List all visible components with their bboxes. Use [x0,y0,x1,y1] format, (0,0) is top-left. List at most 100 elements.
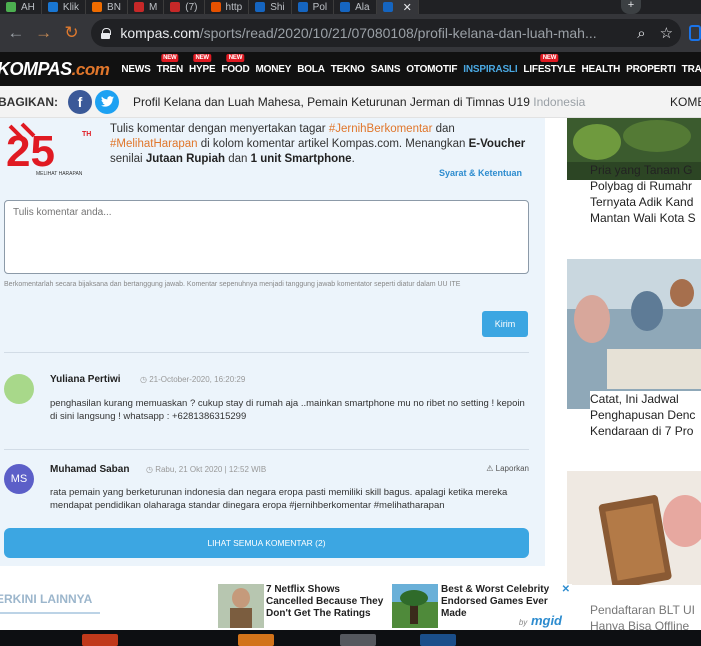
share-label: BAGIKAN: [0,94,58,109]
svg-text:25: 25 [6,127,55,176]
star-icon[interactable]: ☆ [660,24,673,42]
nav-item-properti[interactable]: PROPERTI [626,64,676,75]
comments-link[interactable]: KOME [670,95,701,109]
nav-item-label: BOLA [297,63,325,75]
new-badge: NEW [540,53,559,62]
article-title[interactable]: Pria yang Tanam G Polybag di Rumahr Tern… [590,162,701,226]
browser-tab[interactable]: (7) [164,0,205,14]
nav-item-lifestyle[interactable]: LIFESTYLE NEW [523,53,576,75]
article-thumbnail[interactable] [567,259,701,409]
ad-thumbnail[interactable] [392,584,438,628]
avatar[interactable]: MS [4,464,34,494]
nav-item-hype[interactable]: HYPE NEW [188,53,216,75]
tab-favicon-icon [297,2,308,12]
new-badge: NEW [226,53,245,62]
nav-item-label: PROPERTI [626,63,676,75]
nav-item-label: HYPE [188,63,216,75]
forward-icon[interactable]: → [32,21,56,45]
facebook-icon[interactable]: f [68,89,92,114]
view-all-comments-button[interactable]: LIHAT SEMUA KOMENTAR (2) [4,528,529,558]
mgid-logo[interactable]: by mgid [519,613,562,628]
twitter-icon[interactable] [95,89,119,114]
nav-item-health[interactable]: HEALTH [582,64,621,75]
nav-item-label: LIFESTYLE [523,63,576,75]
comment-item: MS Muhamad Saban ◷ Rabu, 21 Okt 2020 | 1… [4,464,529,514]
nav-item-sains[interactable]: SAINS [371,64,401,75]
nav-item-inspirasli[interactable]: INSPIRASLI [463,64,517,75]
article-title[interactable]: Pendaftaran BLT UI Hanya Bisa Offline [590,602,701,630]
browser-tab[interactable]: AH [0,0,42,14]
search-icon[interactable]: ⌕ [637,25,645,42]
ad-thumbnail[interactable] [218,584,264,628]
nav-item-label: MONEY [255,63,292,75]
taskbar-app-icon[interactable] [420,634,456,646]
comment-author[interactable]: Muhamad Saban [50,464,129,475]
comment-item: Yuliana Pertiwi ◷ 21-October-2020, 16:20… [4,374,529,438]
tab-favicon-icon [255,2,266,12]
browser-tab[interactable]: Ala [334,0,377,14]
url-text: kompas.com/sports/read/2020/10/21/070801… [120,25,597,41]
tab-label: Klik [62,1,80,13]
tab-label: M [148,1,158,13]
new-badge: NEW [161,53,179,62]
nav-item-travel[interactable]: TRAVEL [682,64,701,75]
browser-tab[interactable]: Shi [249,0,292,14]
terms-link[interactable]: Syarat & Ketentuan [439,168,522,178]
close-icon[interactable]: ✕ [562,584,570,595]
taskbar-app-icon[interactable] [82,634,118,646]
nav-item-otomotif[interactable]: OTOMOTIF [406,64,457,75]
nav-item-food[interactable]: FOOD NEW [221,53,250,75]
svg-text:MELIHAT HARAPAN: MELIHAT HARAPAN [36,171,83,177]
ad-widget: 7 Netflix Shows Cancelled Because They D… [216,584,572,630]
browser-tab[interactable]: Klik [42,0,87,14]
nav-item-bola[interactable]: BOLA [297,64,325,75]
promo-text: Tulis komentar dengan menyertakan tagar … [110,123,526,165]
avatar[interactable] [4,374,34,404]
tab-label: (7) [185,1,198,13]
share-bar: BAGIKAN: f Profil Kelana dan Luah Mahesa… [0,86,701,118]
reload-icon[interactable]: ↻ [60,21,84,45]
browser-tab[interactable]: M [128,0,165,14]
report-button[interactable]: ⚠ Laporkan [486,464,529,473]
address-bar[interactable]: kompas.com/sports/read/2020/10/21/070801… [91,19,682,47]
extension-icon[interactable] [689,25,701,41]
tab-favicon-icon [210,2,221,12]
terkini-section: ERKINI LAINNYA [0,584,210,628]
divider [0,612,100,614]
site-nav: KOMPAS.com NEWS TREN NEW HYPE NEW FOOD NEW MONE… [0,52,701,86]
comment-panel: 25 TH MELIHAT HARAPAN Tulis komentar den… [0,118,545,566]
comment-input[interactable] [4,200,529,274]
browser-tab[interactable]: http [205,0,250,14]
article-title[interactable]: Catat, Ini Jadwal Penghapusan Denc Kenda… [590,391,701,439]
browser-tab-strip: AH Klik BN M (7) http Shi Pol Ala ✕ + [0,0,701,14]
nav-item-tren[interactable]: TREN NEW [157,53,183,75]
back-icon[interactable]: ← [4,21,28,45]
anniversary-badge: 25 TH MELIHAT HARAPAN [4,120,104,182]
nav-item-label: TEKNO [330,63,365,75]
taskbar-app-icon[interactable] [340,634,376,646]
svg-text:TH: TH [82,131,91,138]
new-tab-icon[interactable]: + [621,0,641,14]
browser-tab[interactable]: ✕ [376,0,419,14]
article-thumbnail[interactable] [567,471,701,589]
browser-tab[interactable]: BN [86,0,128,14]
nav-item-money[interactable]: MONEY [256,64,292,75]
ad-headline[interactable]: 7 Netflix Shows Cancelled Because They D… [266,584,384,628]
browser-tab[interactable]: Pol [292,0,335,14]
tab-favicon-icon [382,2,393,12]
submit-comment-button[interactable]: Kirim [482,311,528,337]
clock-icon: ◷ [140,375,150,384]
taskbar-app-icon[interactable] [238,634,274,646]
nav-item-label: HEALTH [581,63,621,75]
nav-item-tekno[interactable]: TEKNO [331,64,365,75]
hashtag-jernih[interactable]: #JernihBerkomentar [329,123,433,135]
nav-item-news[interactable]: NEWS [121,64,150,75]
close-tab-icon[interactable]: ✕ [403,1,412,14]
terkini-heading: ERKINI LAINNYA [0,592,93,606]
tab-favicon-icon [92,2,103,12]
comment-time: ◷ 21-October-2020, 16:20:29 [140,375,246,384]
comment-author[interactable]: Yuliana Pertiwi [50,374,121,385]
nav-item-label: TRAVEL [681,63,701,75]
site-logo[interactable]: KOMPAS.com [0,59,110,80]
hashtag-harapan[interactable]: #MelihatHarapan [110,138,198,150]
